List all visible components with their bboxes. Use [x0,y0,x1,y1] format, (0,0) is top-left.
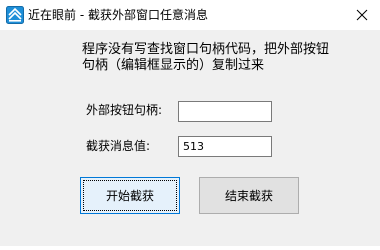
close-icon [356,9,368,21]
stop-capture-button[interactable]: 结束截获 [199,177,299,214]
handle-label: 外部按钮句柄: [86,103,163,117]
app-logo-icon [6,6,24,24]
handle-input[interactable] [178,101,272,122]
message-value-input[interactable] [178,136,272,157]
stop-capture-label: 结束截获 [224,189,273,203]
window-bottom-edge [0,246,380,250]
start-capture-button[interactable]: 开始截获 [80,177,180,214]
main-window: 近在眼前 - 截获外部窗口任意消息 程序没有写查找窗口句柄代码，把外部按钮句柄（… [0,0,380,250]
start-capture-label: 开始截获 [105,189,154,203]
instruction-text: 程序没有写查找窗口句柄代码，把外部按钮句柄（编辑框显示的）复制过来 [82,42,330,73]
message-label: 截获消息值: [86,139,151,153]
client-area: 程序没有写查找窗口句柄代码，把外部按钮句柄（编辑框显示的）复制过来 外部按钮句柄… [0,30,380,246]
window-title: 近在眼前 - 截获外部窗口任意消息 [28,8,208,22]
title-bar[interactable]: 近在眼前 - 截获外部窗口任意消息 [0,0,380,30]
close-button[interactable] [344,0,380,30]
